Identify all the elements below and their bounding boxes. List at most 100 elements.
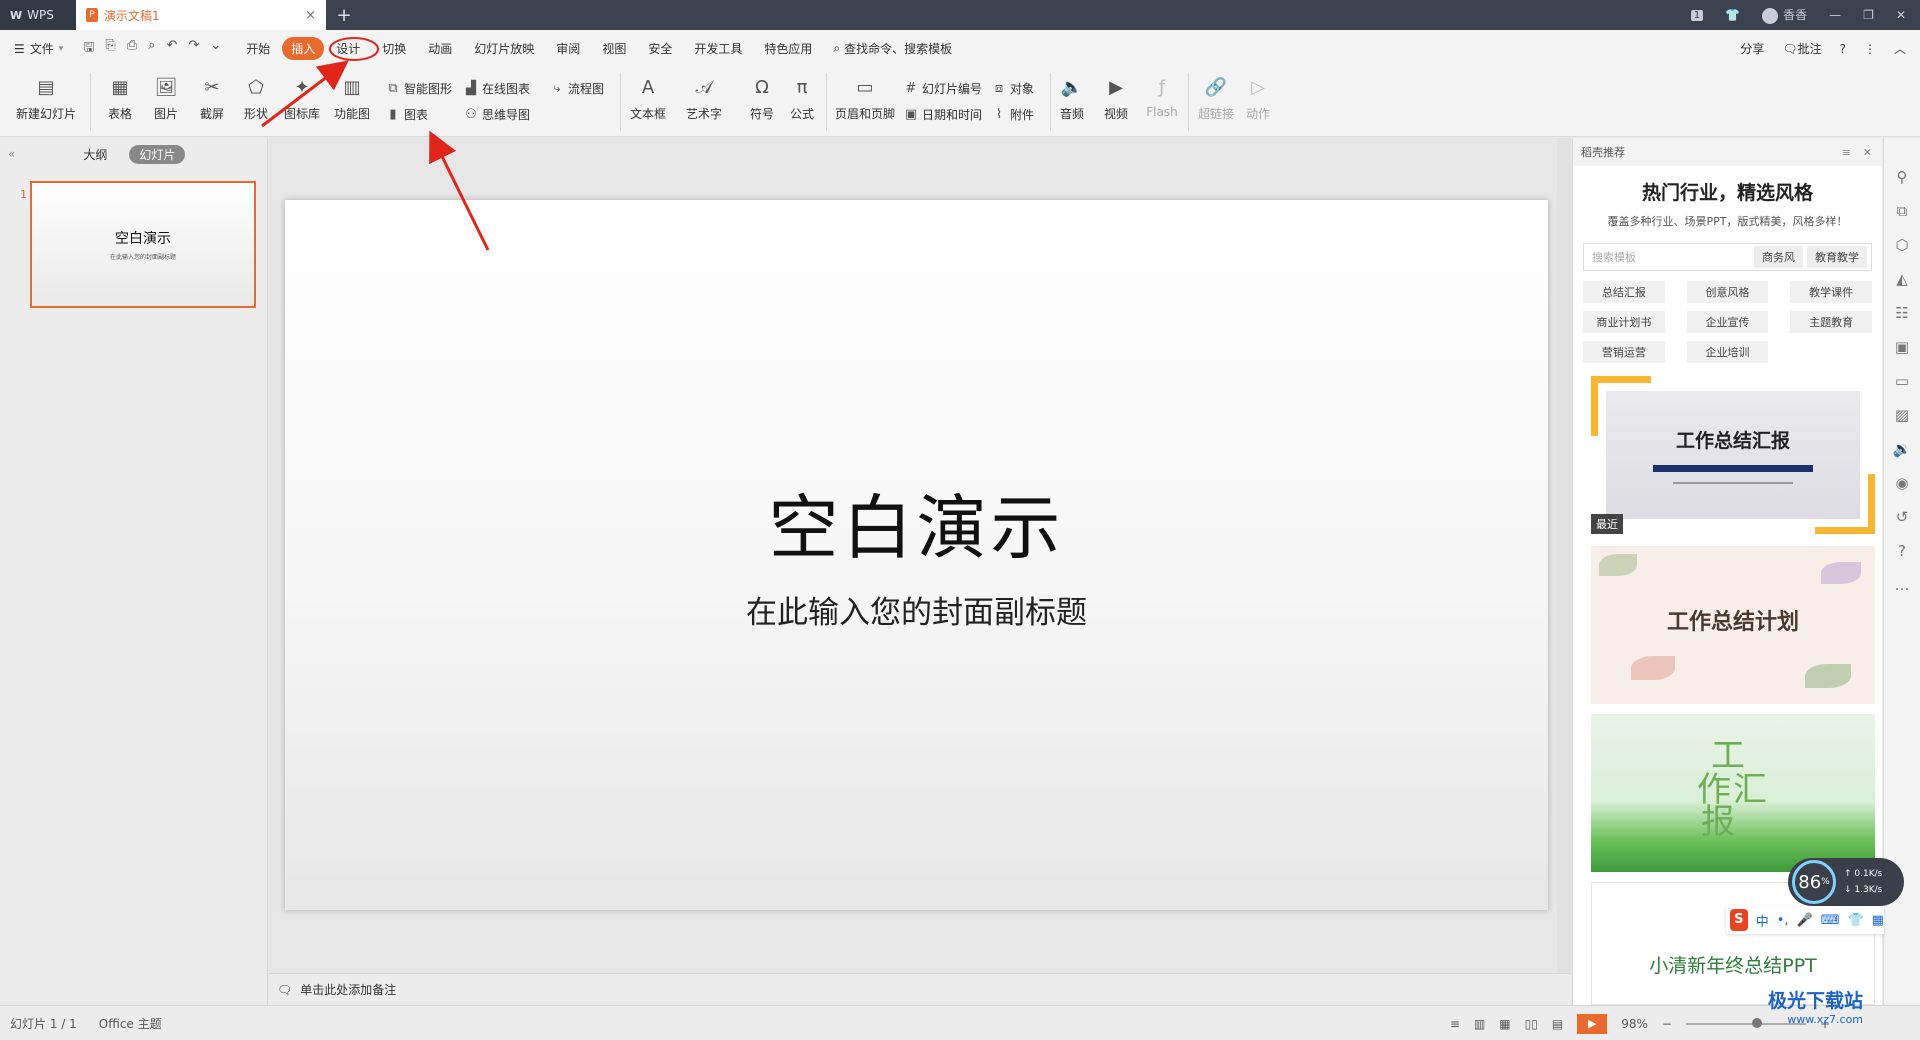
new-slide-button[interactable]: ▤ 新建幻灯片 (10, 75, 82, 131)
tab-animation[interactable]: 动画 (418, 37, 462, 60)
slide-title[interactable]: 空白演示 (769, 472, 1065, 573)
customize-icon[interactable]: ⌄ (210, 38, 221, 60)
panel-menu-icon[interactable]: ≡ (1842, 146, 1851, 159)
normal-view-icon[interactable]: ▥ (1474, 1017, 1485, 1031)
print-preview-icon[interactable]: ⌕ (148, 38, 155, 60)
flowchart-button[interactable]: ⤷ 流程图 (550, 78, 604, 98)
microphone-icon[interactable]: 🎤 (1797, 913, 1813, 928)
formula-button[interactable]: π 公式 (784, 75, 820, 131)
keyboard-icon[interactable]: ⌨ (1821, 913, 1840, 928)
tab-slideshow[interactable]: 幻灯片放映 (464, 37, 544, 60)
template-search-input[interactable]: 搜索模板 (1588, 249, 1750, 265)
more-horizontal-icon[interactable]: … (1895, 576, 1910, 594)
network-speed-widget[interactable]: 86% ↑ 0.1K/s ↓ 1.3K/s (1788, 858, 1904, 906)
hyperlink-button[interactable]: 🔗 超链接 (1194, 75, 1238, 131)
mindmap-button[interactable]: ⚇ 思维导图 (464, 104, 530, 124)
tab-developer[interactable]: 开发工具 (684, 37, 752, 60)
shape-button[interactable]: ⬠ 形状 (236, 75, 276, 131)
save-icon[interactable]: 🖫 (83, 38, 94, 60)
date-time-button[interactable]: ▣ 日期和时间 (904, 104, 982, 124)
tag-summary[interactable]: 总结汇报 (1583, 281, 1665, 303)
tag-marketing[interactable]: 营销运营 (1583, 341, 1665, 363)
tab-features[interactable]: 特色应用 (754, 37, 822, 60)
history-icon[interactable]: ↺ (1896, 508, 1909, 526)
zoom-out-icon[interactable]: − (1662, 1017, 1672, 1031)
flash-button[interactable]: ƒ Flash (1142, 75, 1182, 131)
fill-icon[interactable]: ◭ (1896, 270, 1908, 288)
function-chart-button[interactable]: ▥ 功能图 (328, 75, 376, 131)
minimize-icon[interactable]: — (1829, 8, 1841, 22)
ime-chinese-mode[interactable]: 中 (1756, 911, 1769, 930)
tag-courseware[interactable]: 教学课件 (1790, 281, 1872, 303)
template-icon[interactable]: ◉ (1895, 474, 1908, 492)
wps-home-tab[interactable]: W WPS (0, 0, 76, 30)
chip-business[interactable]: 商务风 (1754, 246, 1803, 268)
table-button[interactable]: ▦ 表格 (100, 75, 140, 131)
object-button[interactable]: ⧈ 对象 (992, 78, 1034, 98)
help-circle-icon[interactable]: ? (1898, 542, 1906, 560)
slide-thumbnail[interactable]: 空白演示 在此输入您的封面副标题 (30, 181, 256, 308)
close-window-icon[interactable]: ✕ (1896, 8, 1906, 22)
header-footer-button[interactable]: ▭ 页眉和页脚 (832, 75, 898, 131)
tag-theme-education[interactable]: 主题教育 (1790, 311, 1872, 333)
more-icon[interactable]: ⋮ (1864, 42, 1876, 56)
volume-icon[interactable]: 🔉 (1893, 440, 1912, 458)
screenshot-button[interactable]: ✂ 截屏 (192, 75, 232, 131)
collapse-ribbon-icon[interactable]: ︿ (1894, 40, 1906, 57)
archive-icon[interactable]: ▭ (1895, 372, 1909, 390)
template-card[interactable]: 工作总结汇报 最近 (1591, 376, 1875, 534)
icon-library-button[interactable]: ✦ 图标库 (280, 75, 324, 131)
tab-home[interactable]: 开始 (236, 37, 280, 60)
online-chart-button[interactable]: ▟ 在线图表 (464, 78, 530, 98)
tab-security[interactable]: 安全 (638, 37, 682, 60)
zoom-level[interactable]: 98% (1621, 1017, 1648, 1031)
tab-view[interactable]: 视图 (592, 37, 636, 60)
punctuation-icon[interactable]: •, (1777, 913, 1789, 928)
template-card[interactable]: 工作总结计划 (1591, 546, 1875, 704)
chart-button[interactable]: ▮ 图表 (386, 104, 428, 124)
presenter-view-icon[interactable]: ▤ (1552, 1017, 1563, 1031)
skin-icon[interactable]: 👕 (1848, 913, 1864, 928)
wordart-button[interactable]: 𝒜 艺术字 (680, 75, 728, 131)
gallery-icon[interactable]: ▣ (1895, 338, 1909, 356)
close-tab-icon[interactable]: × (305, 8, 316, 23)
slide[interactable]: 空白演示 在此输入您的封面副标题 (285, 200, 1548, 910)
template-card[interactable]: 工 作 汇 报 (1591, 714, 1875, 872)
picture-button[interactable]: 🖼 图片 (146, 75, 186, 131)
close-panel-icon[interactable]: ✕ (1863, 146, 1872, 159)
reading-view-icon[interactable]: ▯▯ (1525, 1017, 1538, 1031)
image-icon[interactable]: ▨ (1895, 406, 1909, 424)
slide-sorter-icon[interactable]: ▦ (1499, 1017, 1510, 1031)
tab-review[interactable]: 审阅 (546, 37, 590, 60)
restore-icon[interactable]: ❐ (1863, 8, 1874, 22)
new-tab-button[interactable]: + (326, 0, 362, 30)
file-menu[interactable]: ☰ 文件 ▾ (0, 40, 75, 57)
chip-education[interactable]: 教育教学 (1807, 246, 1867, 268)
undo-icon[interactable]: ↶ (166, 38, 177, 60)
pin-icon[interactable]: ⚲ (1897, 168, 1908, 186)
action-button[interactable]: ▷ 动作 (1240, 75, 1276, 131)
shapes-icon[interactable]: ⬡ (1895, 236, 1908, 254)
user-account[interactable]: 香香 (1762, 6, 1807, 24)
tag-company-promo[interactable]: 企业宣传 (1686, 311, 1769, 333)
tag-training[interactable]: 企业培训 (1686, 341, 1769, 363)
tab-slides[interactable]: 幻灯片 (129, 144, 186, 164)
textbox-button[interactable]: A 文本框 (624, 75, 672, 131)
tab-outline[interactable]: 大纲 (83, 146, 107, 163)
smart-shape-button[interactable]: ⧉ 智能图形 (386, 78, 452, 98)
vertical-scrollbar[interactable] (1557, 138, 1571, 973)
copy-icon[interactable]: ⧉ (1897, 202, 1908, 220)
document-tab[interactable]: P 演示文稿1 × (76, 0, 326, 30)
tab-transition[interactable]: 切换 (372, 37, 416, 60)
attachment-button[interactable]: ⌇ 附件 (992, 104, 1034, 124)
print-icon[interactable]: ⎙ (127, 38, 137, 60)
tab-design[interactable]: 设计 (326, 37, 370, 60)
help-icon[interactable]: ? (1840, 42, 1846, 56)
audio-button[interactable]: 🔈 音频 (1054, 75, 1090, 131)
slide-subtitle[interactable]: 在此输入您的封面副标题 (746, 587, 1087, 632)
redo-icon[interactable]: ↷ (188, 38, 199, 60)
skin-icon[interactable]: 👕 (1725, 8, 1740, 22)
tab-insert[interactable]: 插入 (282, 37, 325, 60)
slide-number-button[interactable]: # 幻灯片编号 (904, 78, 982, 98)
video-button[interactable]: ▶ 视频 (1098, 75, 1134, 131)
